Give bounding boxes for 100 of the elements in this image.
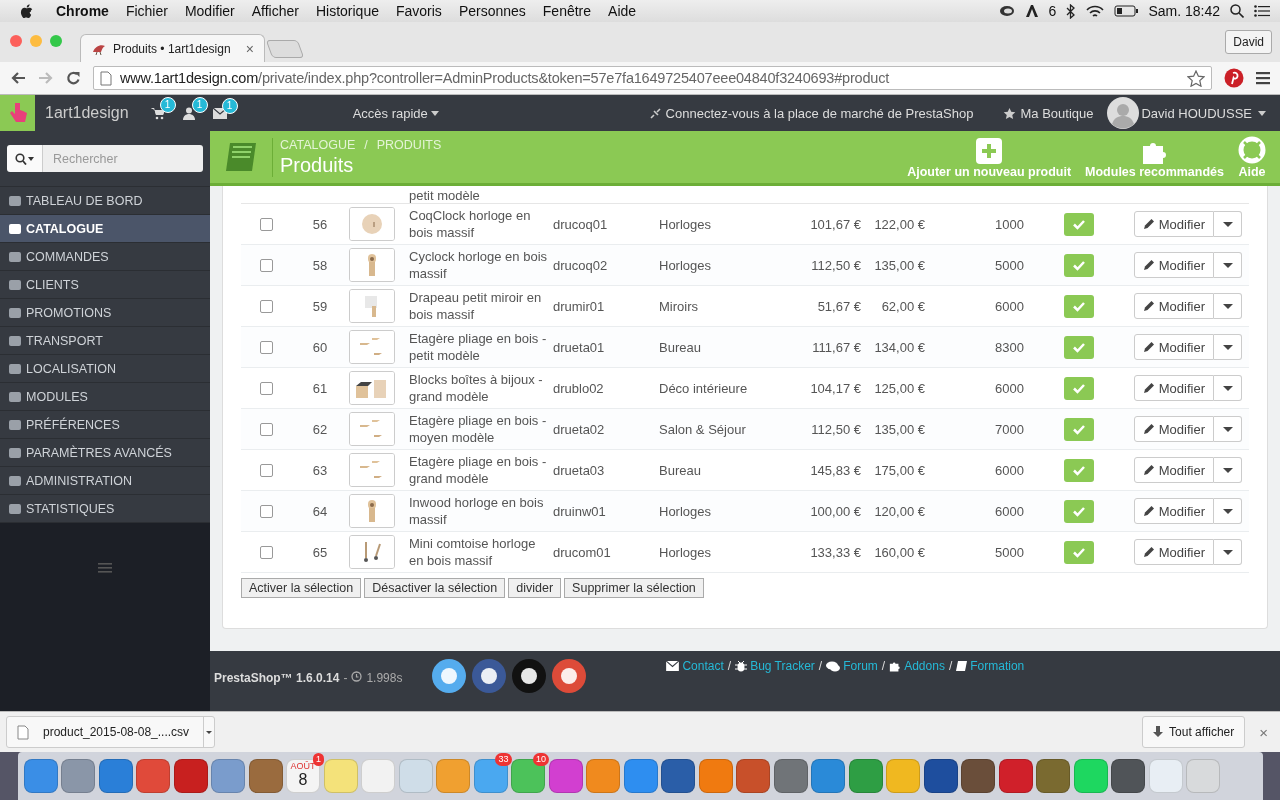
menu-item[interactable]: Favoris — [395, 3, 442, 19]
social-icon[interactable] — [512, 659, 547, 693]
app-icon[interactable] — [998, 759, 1033, 793]
edit-button[interactable]: Modifier — [1133, 293, 1214, 319]
app-icon[interactable] — [736, 759, 770, 793]
star-icon[interactable] — [1187, 69, 1205, 87]
profile-button[interactable]: David — [1225, 30, 1272, 54]
sidebar-item[interactable]: CATALOGUE — [0, 215, 210, 243]
edit-button[interactable]: Modifier — [1133, 375, 1214, 401]
sidebar-item[interactable]: PRÉFÉRENCES — [0, 411, 210, 439]
social-icon[interactable] — [472, 659, 507, 693]
status-toggle[interactable] — [1064, 335, 1094, 359]
row-checkbox[interactable] — [259, 299, 273, 313]
tab-close-button[interactable]: × — [245, 40, 254, 57]
user-icon[interactable] — [182, 106, 195, 120]
status-toggle[interactable] — [1064, 417, 1094, 441]
footer-link[interactable]: Contact — [666, 659, 724, 673]
app-icon[interactable] — [98, 759, 133, 793]
app-icon[interactable] — [961, 759, 995, 793]
status-toggle[interactable] — [1064, 376, 1094, 400]
footer-link[interactable]: Formation — [956, 659, 1025, 673]
status-toggle[interactable] — [1064, 253, 1094, 277]
battery-icon[interactable] — [1114, 5, 1139, 17]
adobe-icon[interactable] — [1024, 4, 1039, 18]
dropdown-button[interactable] — [1214, 539, 1242, 565]
sidebar-item[interactable]: PARAMÈTRES AVANCÉS — [0, 439, 210, 467]
pin-logo-icon[interactable] — [1224, 68, 1244, 88]
app-icon[interactable] — [773, 759, 808, 793]
dropdown-button[interactable] — [1214, 252, 1242, 278]
app-icon[interactable] — [1036, 759, 1070, 793]
app-icon[interactable] — [1111, 759, 1145, 793]
dropdown-button[interactable] — [1214, 293, 1242, 319]
sidebar-item[interactable]: PROMOTIONS — [0, 299, 210, 327]
status-toggle[interactable] — [1064, 499, 1094, 523]
menu-item[interactable]: Aide — [608, 3, 637, 19]
footer-link[interactable]: Bug Tracker — [735, 659, 815, 673]
edit-button[interactable]: Modifier — [1133, 211, 1214, 237]
edit-button[interactable]: Modifier — [1133, 457, 1214, 483]
row-checkbox[interactable] — [259, 381, 273, 395]
footer-link[interactable]: Addons — [889, 659, 945, 673]
reload-icon[interactable] — [66, 70, 81, 86]
app-icon[interactable] — [923, 759, 958, 793]
menu-item[interactable]: Historique — [315, 3, 379, 19]
dropdown-button[interactable] — [1214, 416, 1242, 442]
menu-item[interactable]: Afficher — [251, 3, 299, 19]
menu-item[interactable]: Chrome — [56, 3, 109, 19]
status-toggle[interactable] — [1064, 212, 1094, 236]
dropdown-button[interactable] — [1214, 457, 1242, 483]
back-icon[interactable] — [10, 71, 26, 85]
dropdown-button[interactable] — [1214, 375, 1242, 401]
sidebar-item[interactable]: ADMINISTRATION — [0, 467, 210, 495]
row-checkbox[interactable] — [259, 422, 273, 436]
footer-link[interactable]: Forum — [826, 659, 878, 673]
download-item[interactable]: product_2015-08-08_....csv — [6, 716, 216, 748]
address-bar[interactable]: www.1art1design.com/private/index.php?controller=AdminProducts&token=57e7fa1649725407eee04840f3240693#product — [93, 66, 1212, 90]
edit-button[interactable]: Modifier — [1133, 252, 1214, 278]
quick-access-menu[interactable]: Accès rapide — [352, 105, 439, 121]
row-checkbox[interactable] — [259, 545, 273, 559]
social-icon[interactable] — [552, 659, 587, 693]
app-icon[interactable] — [623, 759, 658, 793]
sidebar-item[interactable]: TRANSPORT — [0, 327, 210, 355]
menu-item[interactable]: Fichier — [125, 3, 168, 19]
marketplace-link[interactable]: Connectez-vous à la place de marché de PrestaShop — [648, 105, 974, 121]
edit-button[interactable]: Modifier — [1133, 416, 1214, 442]
sidebar-item[interactable]: MODULES — [0, 383, 210, 411]
app-icon[interactable] — [548, 759, 583, 793]
app-icon[interactable] — [173, 759, 208, 793]
row-checkbox[interactable] — [259, 504, 273, 518]
dropdown-button[interactable] — [1214, 334, 1242, 360]
app-icon[interactable] — [661, 759, 695, 793]
list-icon[interactable] — [1254, 5, 1270, 17]
edit-button[interactable]: Modifier — [1133, 539, 1214, 565]
shop-name[interactable]: 1art1design — [45, 104, 129, 122]
row-checkbox[interactable] — [259, 463, 273, 477]
my-shop-link[interactable]: Ma Boutique — [1003, 105, 1094, 121]
edit-button[interactable]: Modifier — [1133, 334, 1214, 360]
close-button[interactable]: × — [1259, 723, 1268, 741]
bulk-action-button[interactable]: Supprimer la sélection — [564, 578, 704, 598]
clock[interactable]: Sam. 18:42 — [1148, 3, 1220, 19]
close-window-button[interactable] — [10, 35, 22, 47]
search-icon[interactable] — [1230, 4, 1244, 18]
collapse-icon[interactable] — [98, 563, 112, 573]
row-checkbox[interactable] — [259, 340, 273, 354]
hand-logo-icon[interactable] — [0, 95, 35, 131]
sidebar-item[interactable]: LOCALISATION — [0, 355, 210, 383]
menu-item[interactable]: Fenêtre — [542, 3, 592, 19]
search-field[interactable]: Rechercher — [43, 145, 203, 172]
menu-item[interactable]: Personnes — [458, 3, 526, 19]
status-toggle[interactable] — [1064, 294, 1094, 318]
wifi-icon[interactable] — [1086, 4, 1105, 18]
status-toggle[interactable] — [1064, 458, 1094, 482]
sidebar-item[interactable]: CLIENTS — [0, 271, 210, 299]
app-icon[interactable] — [61, 759, 95, 793]
bulk-action-button[interactable]: divider — [508, 578, 562, 598]
user-menu[interactable]: David HOUDUSSE — [1141, 105, 1266, 121]
app-icon[interactable] — [136, 759, 170, 793]
sidebar-item[interactable]: COMMANDES — [0, 243, 210, 271]
status-toggle[interactable] — [1064, 540, 1094, 564]
app-icon[interactable] — [248, 759, 283, 793]
browser-tab[interactable]: Produits • 1art1design × — [80, 34, 265, 62]
